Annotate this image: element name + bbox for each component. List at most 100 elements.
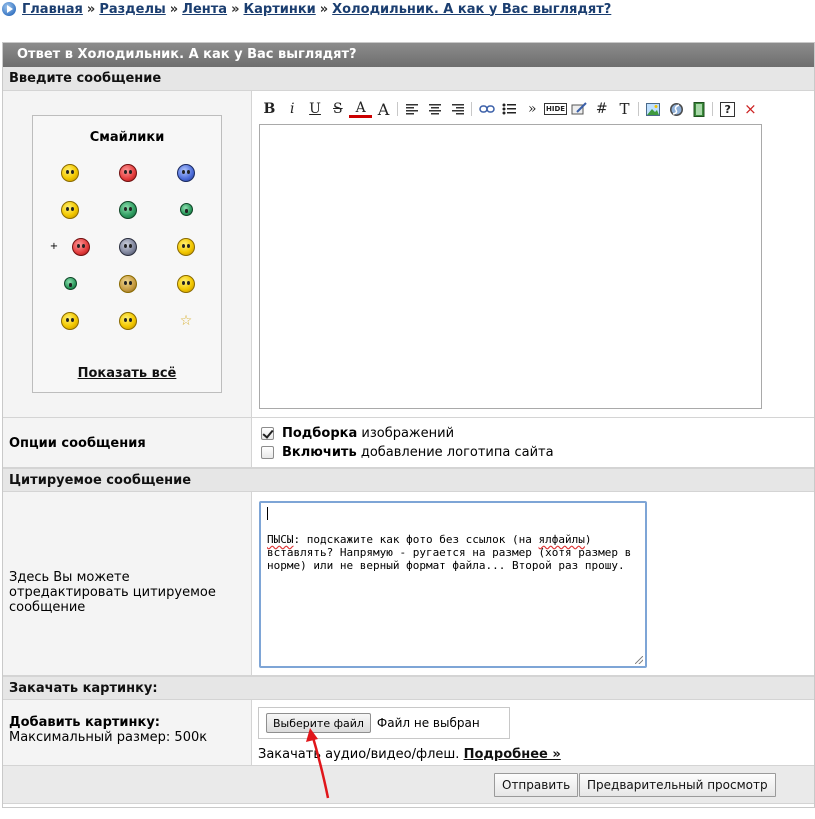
text-button[interactable]: T — [613, 98, 636, 120]
breadcrumb-topic[interactable]: Холодильник. А как у Вас выглядят? — [332, 2, 611, 17]
section-message: Введите сообщение — [3, 67, 814, 91]
winner-face-icon[interactable] — [41, 302, 99, 339]
message-editor[interactable] — [259, 124, 762, 409]
upload-row: Добавить картинку: Максимальный размер: … — [3, 700, 814, 766]
list-icon — [502, 103, 517, 115]
toolbar-separator — [469, 98, 475, 120]
shooting-face-icon[interactable] — [99, 191, 157, 228]
quote-label: Здесь Вы можете отредактировать цитируем… — [9, 570, 216, 615]
edit-icon — [571, 102, 587, 115]
align-left-icon — [406, 103, 419, 114]
quote-text-before: : подскажите как фото без ссылок (на — [293, 533, 539, 546]
section-quoted: Цитируемое сообщение — [3, 468, 814, 492]
link-button[interactable] — [475, 98, 498, 120]
upload-label-cell: Добавить картинку: Максимальный размер: … — [3, 700, 252, 765]
option-bold: Подборка — [282, 426, 358, 441]
image-icon — [646, 102, 661, 116]
quote-button[interactable]: » — [521, 98, 544, 120]
cool-face-icon[interactable] — [41, 154, 99, 191]
resize-handle[interactable] — [635, 656, 643, 664]
in-love-face-icon[interactable] — [99, 154, 157, 191]
sick-face-icon[interactable] — [157, 191, 215, 228]
toolbar-separator — [395, 98, 401, 120]
link-icon — [478, 105, 495, 113]
laughing-face-icon[interactable] — [99, 302, 157, 339]
section-upload: Закачать картинку: — [3, 676, 814, 700]
hide-button[interactable]: HIDE — [544, 98, 568, 120]
hashtag-button[interactable]: # — [590, 98, 613, 120]
home-icon[interactable] — [2, 2, 16, 16]
quote-typo: ялфайлы — [538, 533, 585, 546]
editor-column: B i U S A A » HIDE # T ? × — [252, 91, 814, 417]
edit-button[interactable] — [567, 98, 590, 120]
panel-title: Ответ в Холодильник. А как у Вас выглядя… — [3, 43, 814, 67]
underline-button[interactable]: U — [304, 98, 327, 120]
upload-media-text: Закачать аудио/видео/флеш. — [258, 747, 460, 762]
no-file-text: Файл не выбран — [376, 716, 480, 730]
breadcrumb-home[interactable]: Главная — [22, 2, 83, 17]
list-button[interactable] — [498, 98, 521, 120]
option-logo[interactable]: Включить добавление логотипа сайта — [261, 445, 554, 460]
upload-cell: Выберите файл Файл не выбран Закачать ау… — [252, 700, 814, 765]
hands-face-icon[interactable] — [99, 265, 157, 302]
close-button[interactable]: × — [739, 98, 762, 120]
crying-face-icon[interactable] — [157, 154, 215, 191]
editor-toolbar: B i U S A A » HIDE # T ? × — [258, 97, 762, 121]
more-info-link[interactable]: Подробнее » — [464, 747, 561, 762]
sad-face-icon[interactable] — [99, 228, 157, 265]
align-right-icon — [451, 103, 464, 114]
preview-button[interactable]: Предварительный просмотр — [579, 773, 776, 797]
form-footer: Отправить Предварительный просмотр — [3, 766, 814, 804]
thinking-face-icon[interactable] — [41, 191, 99, 228]
image-button[interactable] — [642, 98, 665, 120]
options-row: Опции сообщения Подборка изображений Вкл… — [3, 418, 814, 468]
smilies-column: Смайлики + ☆ Показать всё — [3, 91, 252, 417]
video-icon — [693, 101, 705, 117]
breadcrumb-separator: » — [169, 1, 179, 17]
quote-label-cell: Здесь Вы можете отредактировать цитируем… — [3, 492, 252, 675]
quote-author: ПЫСЫ — [267, 533, 294, 546]
flash-icon — [669, 102, 683, 116]
options-label: Опции сообщения — [9, 436, 146, 451]
show-all-smilies-link[interactable]: Показать всё — [33, 366, 221, 381]
choose-file-button[interactable]: Выберите файл — [266, 713, 371, 733]
quote-cell: ПЫСЫ: подскажите как фото без ссылок (на… — [252, 492, 814, 675]
breadcrumb-separator: » — [319, 1, 329, 17]
quote-row: Здесь Вы можете отредактировать цитируем… — [3, 492, 814, 676]
breadcrumb-feed[interactable]: Лента — [182, 2, 227, 17]
breadcrumb-separator: » — [231, 1, 240, 17]
video-button[interactable] — [687, 98, 710, 120]
logo-checkbox[interactable] — [261, 446, 274, 459]
shouting-face-icon[interactable] — [157, 265, 215, 302]
option-image-gallery[interactable]: Подборка изображений — [261, 426, 454, 441]
options-label-cell: Опции сообщения — [3, 418, 252, 467]
smilies-grid: + ☆ — [41, 154, 215, 339]
message-row: Смайлики + ☆ Показать всё B i U S A A » … — [3, 91, 814, 418]
dancing-face-icon[interactable] — [157, 228, 215, 265]
image-gallery-checkbox[interactable] — [261, 427, 274, 440]
option-bold: Включить — [282, 445, 357, 460]
align-right-button[interactable] — [446, 98, 469, 120]
breadcrumb-pictures[interactable]: Картинки — [243, 2, 315, 17]
small-face-icon[interactable] — [41, 265, 99, 302]
strikethrough-button[interactable]: S — [326, 98, 349, 120]
toolbar-separator — [710, 98, 716, 120]
smilies-title: Смайлики — [89, 130, 165, 145]
align-center-button[interactable] — [424, 98, 447, 120]
upload-label-title: Добавить картинку: — [9, 715, 160, 730]
hide-label: HIDE — [544, 103, 568, 115]
help-button[interactable]: ? — [716, 98, 739, 120]
gun-face-icon[interactable]: + — [41, 228, 99, 265]
bold-button[interactable]: B — [258, 98, 281, 120]
align-center-icon — [429, 103, 442, 114]
submit-button[interactable]: Отправить — [494, 773, 579, 797]
breadcrumb-sections[interactable]: Разделы — [99, 2, 165, 17]
quote-textarea[interactable]: ПЫСЫ: подскажите как фото без ссылок (на… — [259, 501, 647, 668]
align-left-button[interactable] — [401, 98, 424, 120]
flash-button[interactable] — [665, 98, 688, 120]
italic-button[interactable]: i — [281, 98, 304, 120]
text-caret — [267, 507, 268, 520]
text-color-button[interactable]: A — [349, 100, 373, 118]
star-icon[interactable]: ☆ — [157, 302, 215, 339]
font-size-button[interactable]: A — [372, 98, 395, 120]
